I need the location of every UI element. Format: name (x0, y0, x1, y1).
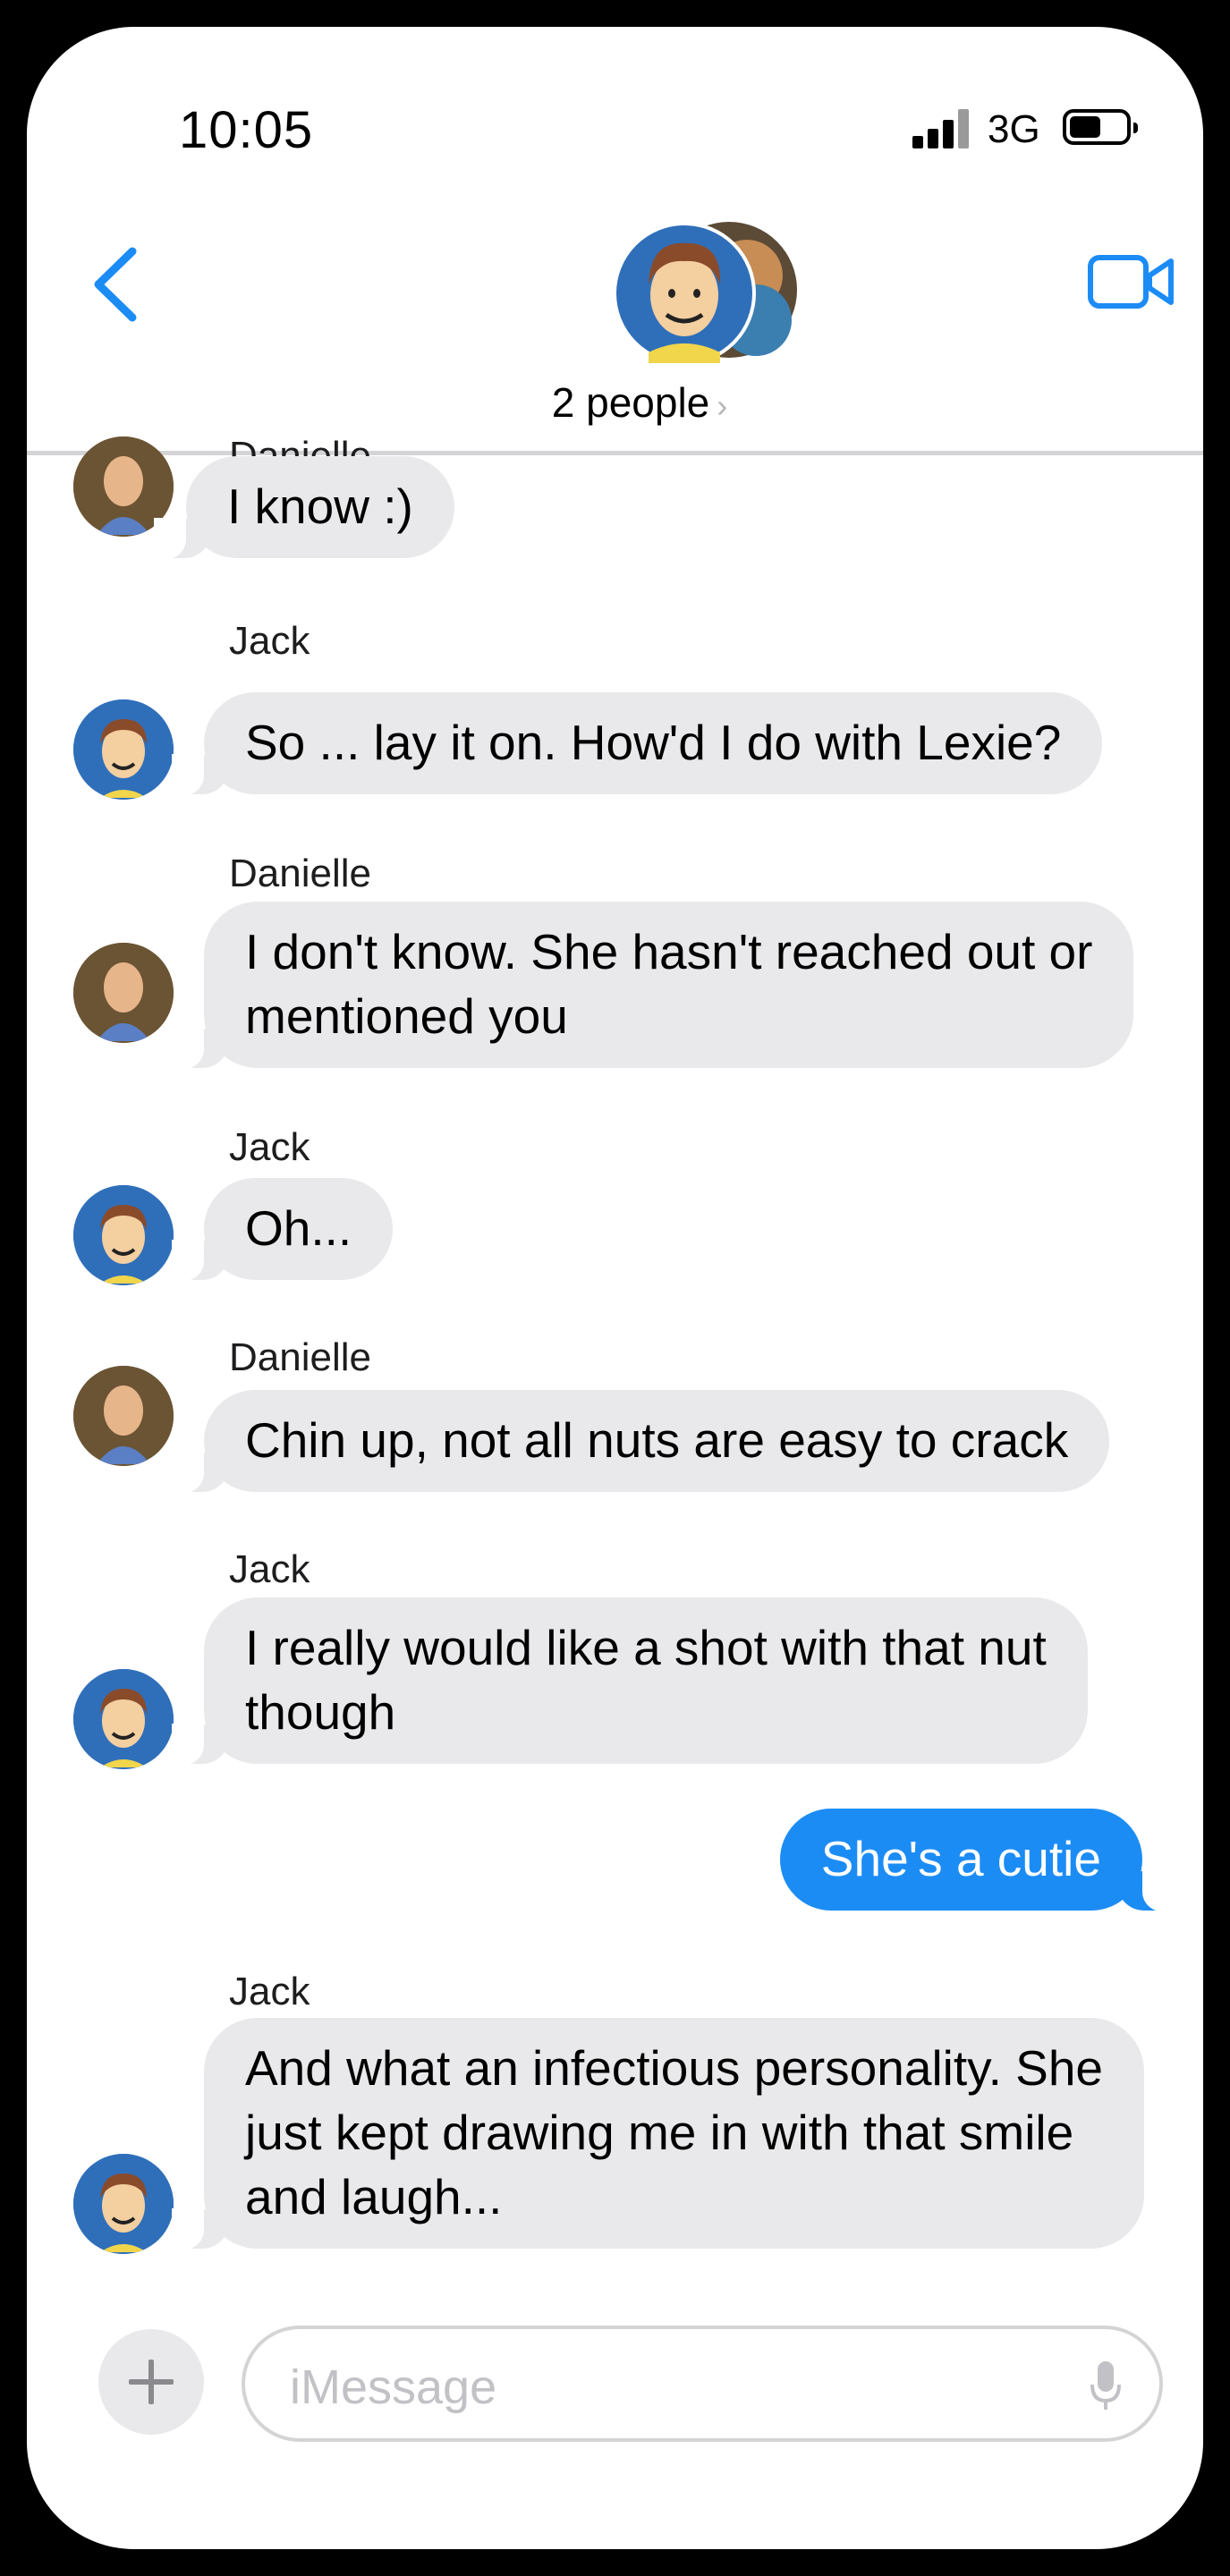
message-bubble-received: Chin up, not all nuts are easy to crack (171, 1390, 1110, 1493)
message-bubble-received: I know :) (154, 456, 454, 559)
message-bubble-received: So ... lay it on. How'd I do with Lexie? (171, 692, 1103, 795)
sender-name: Danielle (229, 852, 371, 895)
status-time: 10:05 (179, 101, 314, 159)
message-bubble-received: Oh... (171, 1178, 394, 1281)
signal-icon (912, 109, 970, 148)
back-chevron-icon[interactable] (89, 246, 143, 323)
message-input-placeholder: iMessage (290, 2360, 497, 2414)
message-bubble-sent: She's a cutie (779, 1809, 1175, 1911)
conversation-title[interactable]: 2 people › (528, 378, 751, 427)
header-divider (27, 451, 1203, 455)
avatar-jack (73, 1669, 174, 1769)
group-avatar[interactable] (613, 222, 801, 365)
sender-name: Jack (229, 1547, 310, 1591)
conversation-title-label: 2 people (551, 379, 710, 426)
message-bubble-received: And what an infectious personality. She … (171, 2018, 1145, 2250)
phone-screen: 10:05 3G 2 people› Danielle I know :) Ja… (0, 0, 1230, 2576)
message-bubble-received: I really would like a shot with that nut… (172, 1597, 1088, 1765)
avatar-danielle (73, 943, 174, 1043)
sender-name: Jack (229, 1970, 310, 2013)
message-input[interactable]: iMessage (242, 2326, 1163, 2442)
avatar-danielle (73, 1366, 174, 1466)
battery-icon (1063, 109, 1138, 145)
avatar-jack (73, 1185, 174, 1285)
video-call-icon[interactable] (1087, 252, 1176, 311)
sender-name: Jack (229, 619, 310, 663)
add-attachment-button[interactable] (98, 2329, 204, 2435)
sender-name: Danielle (229, 1335, 371, 1379)
avatar-jack (73, 2154, 174, 2254)
chevron-right-icon: › (717, 387, 728, 424)
network-type: 3G (988, 107, 1040, 151)
message-bubble-received: I don't know. She hasn't reached out or … (171, 902, 1134, 1069)
sender-name: Jack (229, 1125, 310, 1169)
microphone-icon[interactable] (1090, 2360, 1122, 2413)
avatar-jack (73, 699, 174, 800)
